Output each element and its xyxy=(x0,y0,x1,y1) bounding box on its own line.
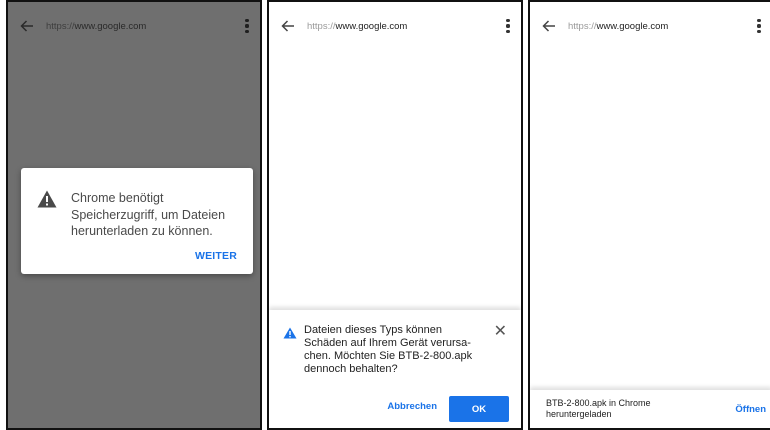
more-vert-icon[interactable] xyxy=(495,2,521,50)
open-button[interactable]: Öffnen xyxy=(735,404,766,415)
url-scheme: https:// xyxy=(46,20,75,32)
toolbar: https://www.google.com xyxy=(8,2,260,50)
url-field[interactable]: https://www.google.com xyxy=(307,21,495,32)
screen-download-warning: https://www.google.com Dateien dieses Ty… xyxy=(267,0,523,430)
url-host: www.google.com xyxy=(335,20,408,32)
url-host: www.google.com xyxy=(74,20,147,32)
more-vert-icon[interactable] xyxy=(234,2,260,50)
screen-download-complete: https://www.google.com BTB-2-800.apk in … xyxy=(528,0,770,430)
url-scheme: https:// xyxy=(307,20,336,32)
url-host: www.google.com xyxy=(596,20,669,32)
warning-message: Dateien dieses Typs können Schäden auf I… xyxy=(304,324,473,375)
url-field[interactable]: https://www.google.com xyxy=(568,21,746,32)
warning-icon xyxy=(37,190,57,213)
close-icon[interactable]: ✕ xyxy=(494,324,507,340)
warning-icon xyxy=(283,326,297,344)
url-scheme: https:// xyxy=(568,20,597,32)
ok-button[interactable]: OK xyxy=(449,396,509,422)
url-field[interactable]: https://www.google.com xyxy=(46,21,234,32)
screen-storage-permission: https://www.google.com Chrome benötigt S… xyxy=(6,0,262,430)
back-arrow-icon[interactable] xyxy=(269,2,307,50)
toolbar: https://www.google.com xyxy=(530,2,770,50)
back-arrow-icon[interactable] xyxy=(8,2,46,50)
download-snackbar: BTB-2-800.apk in Chrome heruntergeladen … xyxy=(530,390,770,428)
back-arrow-icon[interactable] xyxy=(530,2,568,50)
toolbar: https://www.google.com xyxy=(269,2,521,50)
more-vert-icon[interactable] xyxy=(746,2,770,50)
download-warning-sheet: Dateien dieses Typs können Schäden auf I… xyxy=(269,310,521,428)
cancel-button[interactable]: Abbrechen xyxy=(387,401,437,412)
continue-button[interactable]: WEITER xyxy=(195,250,237,262)
snackbar-message: BTB-2-800.apk in Chrome heruntergeladen xyxy=(546,398,651,419)
permission-dialog: Chrome benötigt Speicherzugriff, um Date… xyxy=(21,168,253,274)
dialog-message: Chrome benötigt Speicherzugriff, um Date… xyxy=(71,191,226,238)
